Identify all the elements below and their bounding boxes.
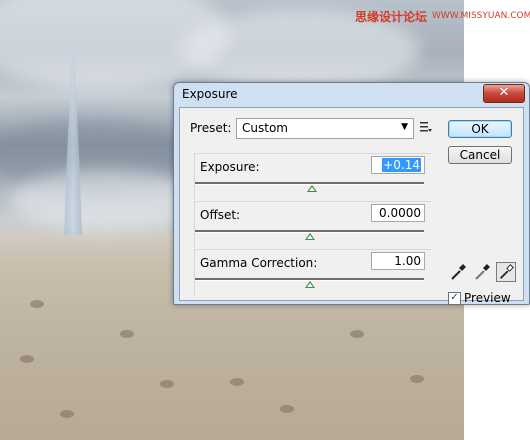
- gamma-slider-thumb[interactable]: [305, 281, 315, 288]
- dialog-title: Exposure: [182, 87, 238, 101]
- preset-value: Custom: [242, 121, 288, 135]
- preset-options-icon[interactable]: [420, 121, 432, 133]
- watermark-site: WWW.MISSYUAN.COM: [432, 11, 530, 21]
- exposure-input[interactable]: +0.14: [371, 156, 425, 174]
- gamma-label: Gamma Correction:: [200, 256, 318, 270]
- dialog-client: Preset: Custom ▼ Exposure: +0.14 Offset:…: [179, 107, 524, 305]
- exposure-group: Exposure: +0.14: [194, 153, 431, 200]
- preset-label: Preset:: [190, 121, 232, 135]
- preview-label: Preview: [464, 291, 511, 305]
- offset-label: Offset:: [200, 208, 241, 222]
- dialog-titlebar[interactable]: Exposure ✕: [174, 83, 529, 105]
- preview-checkbox[interactable]: ✓: [448, 292, 461, 305]
- offset-input[interactable]: 0.0000: [371, 204, 425, 222]
- gamma-input[interactable]: 1.00: [371, 252, 425, 270]
- gray-eyedropper-icon[interactable]: [472, 262, 492, 282]
- exposure-dialog: Exposure ✕ Preset: Custom ▼ Exposure: +0…: [173, 82, 530, 305]
- watermark: 思缘设计论坛: [355, 10, 428, 24]
- exposure-value: +0.14: [382, 158, 421, 172]
- gamma-group: Gamma Correction: 1.00: [194, 249, 431, 296]
- exposure-slider-thumb[interactable]: [307, 185, 317, 192]
- preset-select[interactable]: Custom ▼: [236, 118, 414, 139]
- exposure-label: Exposure:: [200, 160, 260, 174]
- close-button[interactable]: ✕: [483, 84, 525, 103]
- chevron-down-icon: ▼: [401, 122, 408, 132]
- offset-slider-thumb[interactable]: [305, 233, 315, 240]
- white-eyedropper-icon[interactable]: [496, 262, 516, 282]
- black-eyedropper-icon[interactable]: [448, 262, 468, 282]
- offset-group: Offset: 0.0000: [194, 201, 431, 248]
- ok-button[interactable]: OK: [448, 120, 512, 138]
- cancel-button[interactable]: Cancel: [448, 146, 512, 164]
